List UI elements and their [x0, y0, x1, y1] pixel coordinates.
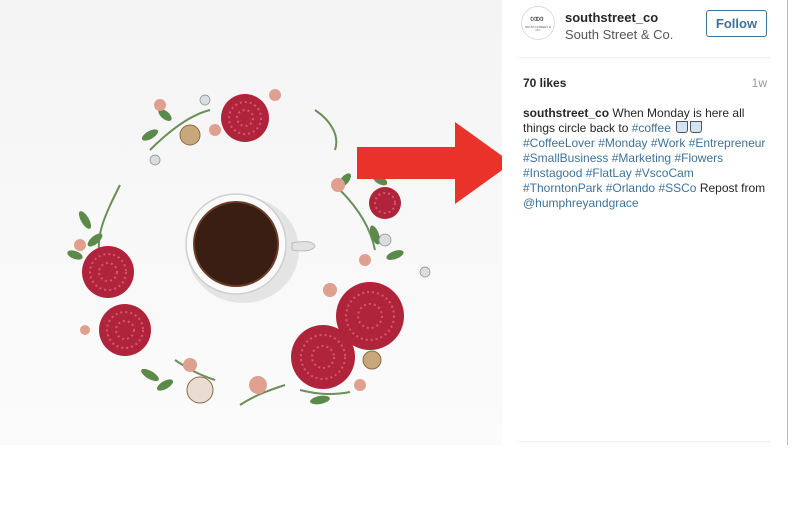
- caption-username-link[interactable]: southstreet_co: [523, 106, 609, 120]
- hashtag-coffeelover[interactable]: #CoffeeLover: [523, 136, 595, 150]
- hashtag-thorntonpark[interactable]: #ThorntonPark: [523, 181, 602, 195]
- hashtag-work[interactable]: #Work: [651, 136, 685, 150]
- hashtag-ssco[interactable]: #SSCo: [658, 181, 696, 195]
- header-divider: [518, 57, 771, 58]
- post-caption: southstreet_co When Monday is here all t…: [523, 106, 771, 211]
- avatar-logo-text: SOUTH STREET & CO.: [525, 25, 551, 32]
- follow-button[interactable]: Follow: [706, 10, 767, 37]
- hashtag-vscocam[interactable]: #VscoCam: [635, 166, 694, 180]
- likes-count[interactable]: 70 likes: [523, 76, 566, 90]
- hashtag-coffee[interactable]: #coffee: [632, 121, 671, 135]
- mention-link[interactable]: @humphreyandgrace: [523, 196, 639, 210]
- caption-repost-text: Repost from: [696, 181, 766, 195]
- annotation-arrow-icon: [357, 122, 512, 204]
- hashtag-smallbusiness[interactable]: #SmallBusiness: [523, 151, 608, 165]
- coffee-cup-emoji-icon: [690, 121, 703, 133]
- post-sidebar: ∞∞ SOUTH STREET & CO. southstreet_co Sou…: [502, 0, 787, 445]
- flat-lay-photo: [67, 89, 431, 406]
- avatar[interactable]: ∞∞ SOUTH STREET & CO.: [521, 6, 555, 40]
- username-link[interactable]: southstreet_co: [565, 10, 658, 25]
- panel-border: [787, 0, 788, 445]
- hashtag-entrepreneur[interactable]: #Entrepreneur: [689, 136, 766, 150]
- hashtag-marketing[interactable]: #Marketing: [612, 151, 671, 165]
- hashtag-orlando[interactable]: #Orlando: [606, 181, 655, 195]
- hashtag-monday[interactable]: #Monday: [598, 136, 647, 150]
- post-photo[interactable]: [0, 0, 502, 445]
- hashtag-flatlay[interactable]: #FlatLay: [586, 166, 632, 180]
- post-header: ∞∞ SOUTH STREET & CO. southstreet_co Sou…: [518, 3, 771, 55]
- coffee-cup-emoji-icon: [676, 121, 689, 133]
- full-name: South Street & Co.: [565, 27, 674, 42]
- hashtag-instagood[interactable]: #Instagood: [523, 166, 582, 180]
- brand-logo-icon: ∞∞: [530, 13, 544, 25]
- post-age[interactable]: 1w: [752, 76, 767, 90]
- footer-divider: [518, 441, 771, 442]
- hashtag-flowers[interactable]: #Flowers: [674, 151, 723, 165]
